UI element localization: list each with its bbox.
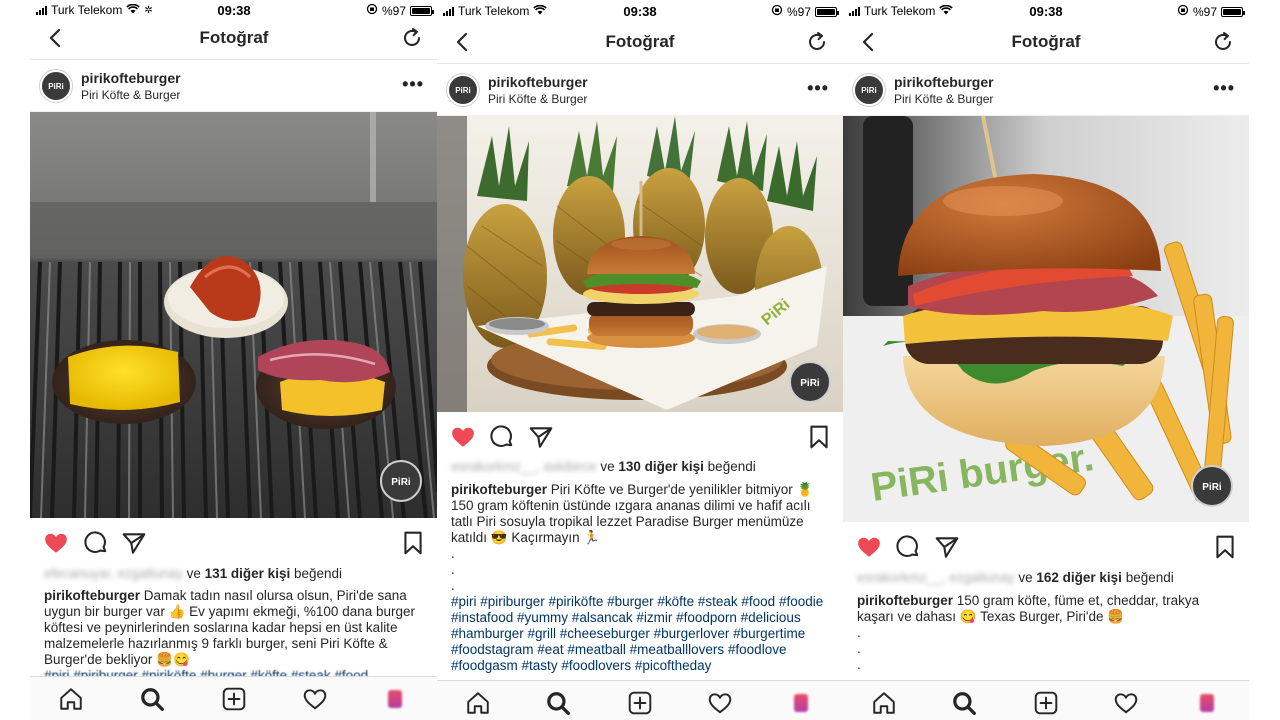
likes-count[interactable]: 130 diğer kişi [618,459,704,474]
post-actions [843,526,1249,566]
comment-icon[interactable] [83,530,109,556]
caption-hashtags[interactable]: #piri #piriburger #piriköfte #burger #kö… [451,594,831,674]
likes-line[interactable]: esrakorkmz__, askibirce ve 130 diğer kiş… [451,459,833,474]
caption-username[interactable]: pirikofteburger [44,588,140,603]
likes-line[interactable]: efecanuyar, ezgaltunay ve 131 diğer kişi… [44,566,428,581]
post-username[interactable]: pirikofteburger [894,74,994,90]
post-actions [437,416,843,456]
battery-icon [815,6,839,17]
home-icon[interactable] [58,686,84,712]
profile-icon[interactable] [1200,694,1214,712]
post-photo[interactable]: PiRi burger. PiRi [843,116,1249,522]
liked-by-users[interactable]: esrakorkmz__, ezgaltunay [857,570,1015,585]
page-title: Fotoğraf [1011,32,1081,51]
battery-icon [410,5,434,16]
profile-icon[interactable] [388,690,402,708]
more-icon[interactable]: ••• [807,78,829,99]
post-photo[interactable]: PiRi PiRi [437,116,843,412]
orientation-lock-icon [1177,4,1189,19]
more-icon[interactable]: ••• [1213,78,1235,99]
caption-username[interactable]: pirikofteburger [857,593,953,608]
paradise-burger-photo: PiRi PiRi [437,116,843,412]
post-location[interactable]: Piri Köfte & Burger [894,92,993,106]
watermark-text: PiRi [800,378,820,389]
refresh-icon[interactable] [805,30,829,54]
bookmark-icon[interactable] [400,530,426,556]
likes-count[interactable]: 162 diğer kişi [1036,570,1122,585]
post-caption: pirikofteburger Piri Köfte ve Burger'de … [451,482,831,674]
heart-icon[interactable] [43,530,69,556]
post-header: PiRi pirikofteburger Piri Köfte & Burger… [437,64,843,116]
watermark-text: PiRi [1202,482,1222,493]
post-location[interactable]: Piri Köfte & Burger [81,88,180,102]
navbar: Fotoğraf [843,20,1249,64]
likes-count[interactable]: 131 diğer kişi [205,566,291,581]
add-icon[interactable] [627,690,653,716]
post-caption: pirikofteburger 150 gram köfte, füme et,… [857,593,1237,673]
watermark-text: PiRi [391,477,411,488]
page-title: Fotoğraf [199,28,269,47]
post-header: PiRi pirikofteburger Piri Köfte & Burger… [843,64,1249,116]
post-panel-1: Turk Telekom ✲ 09:38 %97 Fotoğraf PiRi p… [30,0,438,720]
post-location[interactable]: Piri Köfte & Burger [488,92,587,106]
post-panel-2: Turk Telekom 09:38 %97 Fotoğraf PiRi pir… [437,0,843,720]
page-title: Fotoğraf [605,32,675,51]
comment-icon[interactable] [895,534,921,560]
search-icon[interactable] [139,686,165,712]
post-actions [30,522,438,562]
battery-icon [1221,6,1245,17]
avatar[interactable]: PiRi [40,70,72,102]
caption-dots: ... [857,625,861,672]
navbar: Fotoğraf [437,20,843,64]
heart-icon[interactable] [856,534,882,560]
post-caption: pirikofteburger Damak tadın nasıl olursa… [44,588,426,684]
home-icon[interactable] [871,690,897,716]
add-icon[interactable] [221,686,247,712]
search-icon[interactable] [545,690,571,716]
caption-dots: ... [451,546,455,593]
share-icon[interactable] [528,424,554,450]
navbar: Fotoğraf [30,16,438,60]
share-icon[interactable] [121,530,147,556]
liked-by-users[interactable]: efecanuyar, ezgaltunay [44,566,183,581]
post-username[interactable]: pirikofteburger [81,70,181,86]
search-icon[interactable] [951,690,977,716]
profile-icon[interactable] [794,694,808,712]
refresh-icon[interactable] [400,26,424,50]
post-photo[interactable]: PiRi [30,112,438,518]
post-header: PiRi pirikofteburger Piri Köfte & Burger… [30,60,438,112]
texas-burger-photo: PiRi burger. PiRi [843,116,1249,522]
home-icon[interactable] [465,690,491,716]
bookmark-icon[interactable] [1212,534,1238,560]
share-icon[interactable] [934,534,960,560]
activity-icon[interactable] [1113,690,1139,716]
status-bar: Turk Telekom 09:38 %97 [437,0,843,20]
refresh-icon[interactable] [1211,30,1235,54]
comment-icon[interactable] [489,424,515,450]
more-icon[interactable]: ••• [402,74,424,95]
liked-by-users[interactable]: esrakorkmz__, askibirce [451,459,597,474]
tab-bar [843,680,1249,720]
grill-photo: PiRi [30,112,438,518]
battery-percent: %97 [1192,4,1217,19]
post-panel-3: Turk Telekom 09:38 %97 Fotoğraf PiRi pir… [843,0,1249,720]
bookmark-icon[interactable] [806,424,832,450]
add-icon[interactable] [1033,690,1059,716]
likes-line[interactable]: esrakorkmz__, ezgaltunay ve 162 diğer ki… [857,570,1239,585]
heart-icon[interactable] [450,424,476,450]
orientation-lock-icon [771,4,783,19]
tab-bar [30,676,438,720]
tab-bar [437,680,843,720]
activity-icon[interactable] [302,686,328,712]
caption-username[interactable]: pirikofteburger [451,482,547,497]
post-username[interactable]: pirikofteburger [488,74,588,90]
status-bar: Turk Telekom 09:38 %97 [843,0,1249,20]
activity-icon[interactable] [707,690,733,716]
avatar[interactable]: PiRi [447,74,479,106]
avatar[interactable]: PiRi [853,74,885,106]
battery-percent: %97 [786,4,811,19]
